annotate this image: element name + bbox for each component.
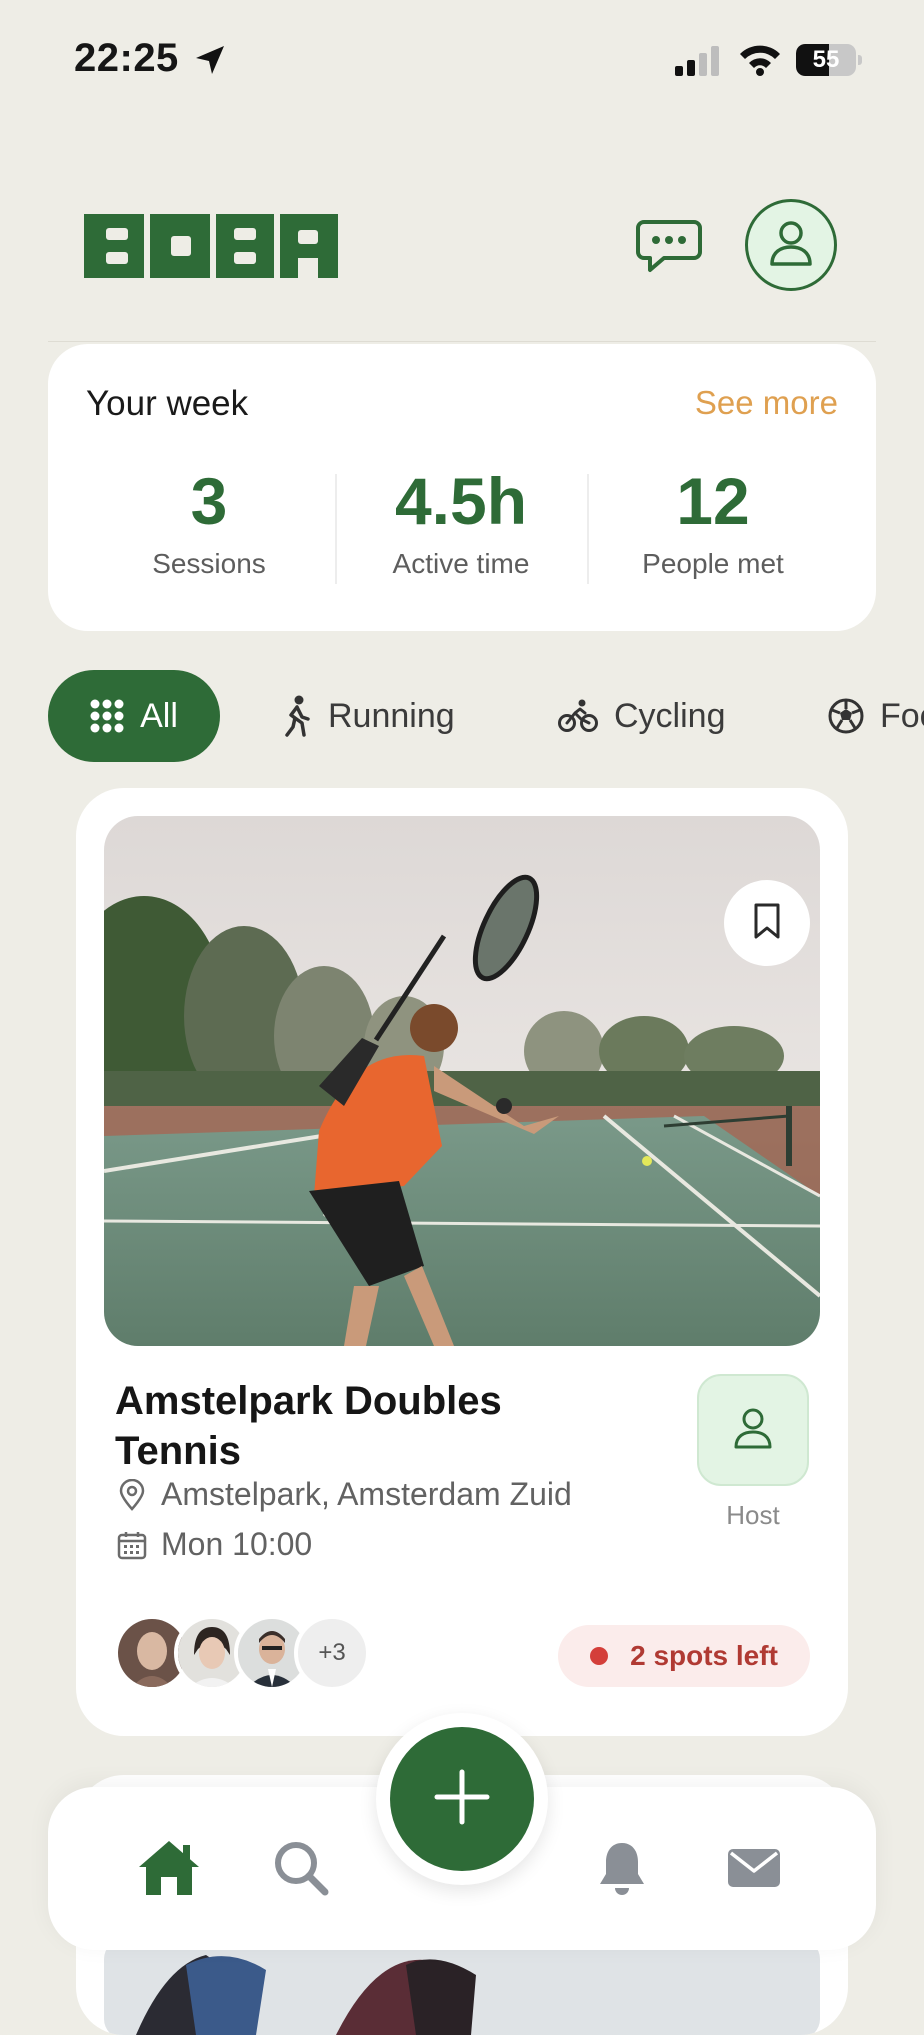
calendar-icon (115, 1530, 149, 1560)
status-time: 22:25 (74, 36, 179, 80)
home-icon (137, 1839, 201, 1902)
stat-active-time: 4.5h Active time (336, 462, 586, 580)
messages-icon[interactable] (636, 218, 702, 274)
location-arrow-icon (194, 44, 226, 81)
bookmark-icon (753, 902, 781, 945)
stat-value: 4.5h (394, 464, 528, 538)
location-pin-icon (115, 1478, 149, 1511)
filter-chip-label: Football (880, 696, 924, 735)
boba-logo (84, 214, 338, 283)
bell-icon (598, 1840, 646, 1901)
spots-left-text: 2 spots left (630, 1640, 778, 1671)
nav-search[interactable] (269, 1838, 333, 1902)
more-participants-badge[interactable]: +3 (294, 1615, 370, 1691)
stat-label: People met (642, 548, 784, 579)
user-icon (733, 1407, 773, 1454)
nav-messages[interactable] (722, 1838, 786, 1902)
wifi-icon (738, 42, 782, 81)
nav-notifications[interactable] (590, 1838, 654, 1902)
football-icon (828, 698, 864, 734)
nav-home[interactable] (137, 1838, 201, 1902)
host-avatar-button[interactable] (697, 1374, 809, 1486)
status-dot (590, 1647, 609, 1665)
stat-label: Active time (392, 548, 530, 579)
activity-time: Mon 10:00 (115, 1526, 312, 1563)
stat-sessions: 3 Sessions (84, 462, 334, 580)
activity-card[interactable]: Amstelpark Doubles Tennis Amstelpark, Am… (76, 788, 848, 1736)
user-icon (769, 220, 813, 271)
see-more-link[interactable]: See more (695, 384, 838, 422)
create-activity-button[interactable] (390, 1727, 534, 1871)
spots-left-badge: 2 spots left (558, 1625, 810, 1687)
mail-icon (727, 1847, 781, 1894)
stat-people-met: 12 People met (588, 462, 838, 580)
week-summary-card: Your week See more 3 Sessions 4.5h Activ… (48, 344, 876, 631)
week-summary-title: Your week (86, 384, 249, 423)
header-divider (48, 341, 876, 342)
cellular-signal-icon (675, 46, 723, 81)
activity-location: Amstelpark, Amsterdam Zuid (115, 1476, 572, 1513)
activity-title: Amstelpark Doubles Tennis (115, 1379, 502, 1473)
battery-indicator: 55 (796, 44, 862, 76)
location-text: Amstelpark, Amsterdam Zuid (161, 1476, 572, 1512)
stat-value: 12 (676, 464, 750, 538)
bookmark-button[interactable] (724, 880, 810, 966)
search-icon (272, 1839, 330, 1902)
stat-label: Sessions (152, 548, 266, 579)
filter-overflow: Football (0, 660, 924, 770)
battery-percentage: 55 (812, 46, 840, 73)
profile-button[interactable] (745, 199, 837, 291)
filter-chip-football[interactable]: Football (828, 670, 924, 762)
time-text: Mon 10:00 (161, 1526, 313, 1562)
host-label: Host (726, 1500, 780, 1530)
add-icon (433, 1768, 491, 1831)
stat-value: 3 (190, 464, 228, 538)
tennis-photo (104, 816, 820, 1346)
